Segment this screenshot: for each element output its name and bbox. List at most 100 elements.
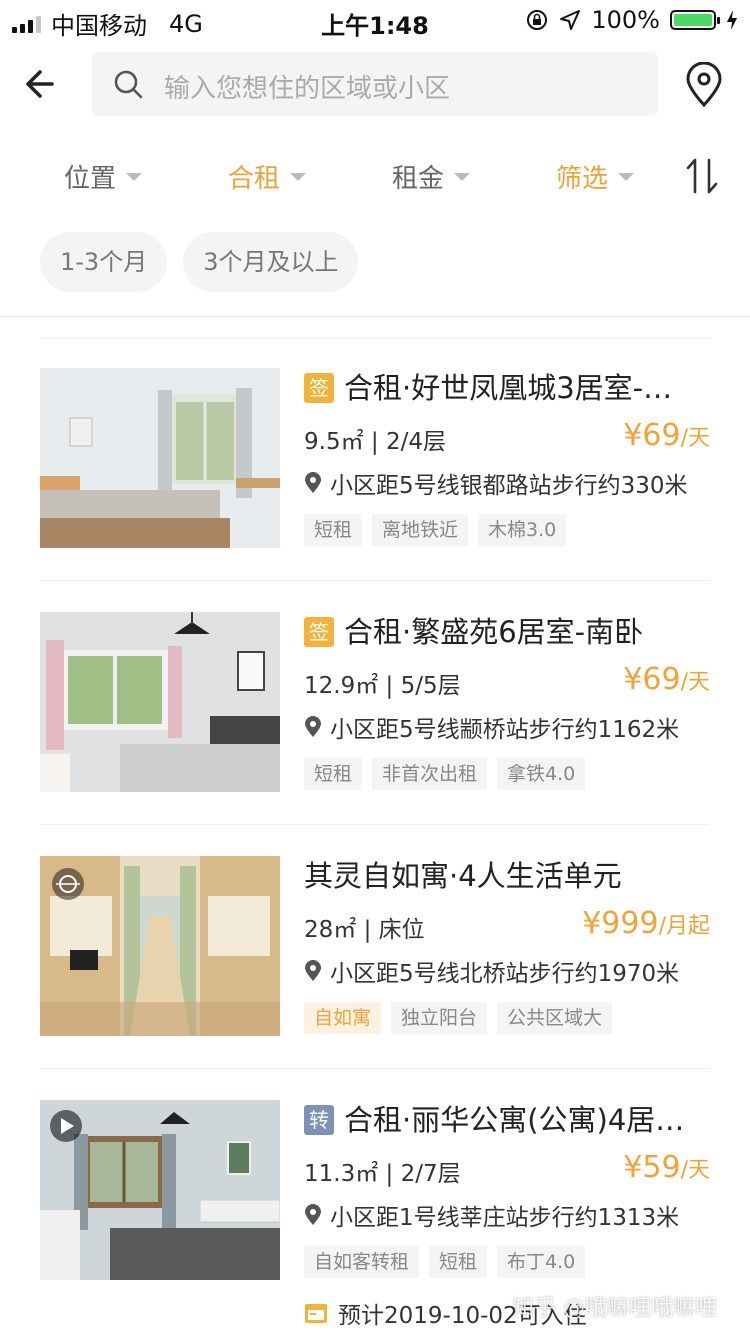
filter-label: 位置	[64, 164, 117, 194]
listing-address: 小区距5号线北桥站步行约1970米	[304, 954, 679, 988]
location-pin-icon	[305, 960, 321, 981]
search-placeholder: 输入您想住的区域或小区	[164, 74, 451, 104]
filter-label: 租金	[392, 164, 445, 194]
listing-tags: 短租 离地铁近 木棉3.0	[304, 514, 567, 546]
listing-photo	[40, 612, 280, 792]
status-bar: 中国移动 4G 上午1:48 100%	[0, 0, 750, 40]
listing-card[interactable]: 转合租·丽华公寓(公寓)4居… 11.3㎡ | 2/7层 ¥59/天 小区距1号…	[40, 1100, 710, 1300]
listing-meta: 11.3㎡ | 2/7层	[304, 1161, 461, 1187]
location-arrow-icon	[560, 10, 581, 30]
signed-badge: 签	[304, 617, 334, 647]
divider	[40, 580, 710, 581]
status-right: 100%	[525, 6, 738, 34]
price-unit: /天	[680, 1158, 710, 1183]
divider	[40, 824, 710, 825]
filter-label: 筛选	[556, 164, 609, 194]
price-unit: /天	[680, 670, 710, 695]
price-value: ¥59	[623, 1150, 681, 1185]
filter-shared[interactable]: 合租	[228, 158, 307, 195]
listing-tag: 短租	[429, 1246, 488, 1278]
listing-tag: 拿铁4.0	[497, 758, 586, 790]
watermark: 知乎 @哦嘛哩哦嘛哩	[512, 1296, 717, 1321]
listing-address: 小区距5号线颛桥站步行约1162米	[304, 710, 679, 744]
back-arrow-icon[interactable]	[22, 62, 70, 106]
transfer-badge: 转	[304, 1105, 334, 1135]
caret-down-icon	[290, 172, 307, 181]
listing-photo	[40, 856, 280, 1036]
search-icon	[114, 70, 143, 99]
rotation-lock-icon	[527, 10, 548, 30]
divider	[40, 338, 710, 339]
listing-tag: 短租	[304, 758, 363, 790]
listing-title: 转合租·丽华公寓(公寓)4居…	[304, 1100, 710, 1140]
price-value: ¥999	[582, 906, 659, 941]
listing-tag: 自如寓	[304, 1002, 382, 1034]
listing-title: 签合租·繁盛苑6居室-南卧	[304, 612, 710, 652]
price-value: ¥69	[623, 662, 681, 697]
listing-info: 其灵自如寓·4人生活单元 28㎡ | 床位 ¥999/月起 小区距5号线北桥站步…	[304, 856, 710, 1034]
filter-location[interactable]: 位置	[64, 158, 143, 195]
caret-down-icon	[454, 172, 471, 181]
divider	[40, 1068, 710, 1069]
search-row: 输入您想住的区域或小区	[0, 52, 750, 116]
listing-meta: 28㎡ | 床位	[304, 917, 425, 943]
listing-title-text: 合租·繁盛苑6居室-南卧	[344, 615, 644, 649]
sort-icon[interactable]	[684, 156, 720, 196]
caret-down-icon	[126, 172, 143, 181]
listing-tags: 自如寓 独立阳台 公共区域大	[304, 1002, 613, 1034]
battery-icon	[670, 10, 720, 30]
listing-card[interactable]: 签合租·好世凤凰城3居室-… 9.5㎡ | 2/4层 ¥69/天 小区距5号线银…	[40, 368, 710, 568]
listing-price: ¥69/天	[623, 418, 710, 453]
listing-tag: 独立阳台	[391, 1002, 488, 1034]
filter-label: 合租	[228, 164, 281, 194]
listing-address: 小区距5号线银都路站步行约330米	[304, 466, 688, 500]
listing-title-text: 合租·丽华公寓(公寓)4居…	[344, 1103, 685, 1137]
listing-title: 其灵自如寓·4人生活单元	[304, 856, 710, 896]
address-text: 小区距1号线莘庄站步行约1313米	[330, 1205, 680, 1231]
listing-tag: 自如客转租	[304, 1246, 420, 1278]
listing-info: 转合租·丽华公寓(公寓)4居… 11.3㎡ | 2/7层 ¥59/天 小区距1号…	[304, 1100, 710, 1278]
listing-photo	[40, 1100, 280, 1280]
divider	[0, 316, 750, 317]
search-input[interactable]: 输入您想住的区域或小区	[92, 52, 658, 116]
location-pin-icon	[305, 472, 321, 493]
filter-more[interactable]: 筛选	[556, 158, 635, 195]
listing-card[interactable]: 其灵自如寓·4人生活单元 28㎡ | 床位 ¥999/月起 小区距5号线北桥站步…	[40, 856, 710, 1056]
listing-tag: 离地铁近	[372, 514, 469, 546]
charging-icon	[727, 10, 737, 30]
listing-title: 签合租·好世凤凰城3居室-…	[304, 368, 710, 408]
signed-badge: 签	[304, 373, 334, 403]
listing-tag: 短租	[304, 514, 363, 546]
listing-tag: 非首次出租	[372, 758, 488, 790]
filter-rent[interactable]: 租金	[392, 158, 471, 195]
address-text: 小区距5号线银都路站步行约330米	[330, 473, 688, 499]
battery-percent: 100%	[591, 6, 660, 34]
listing-price: ¥69/天	[623, 662, 710, 697]
map-pin-icon[interactable]	[684, 62, 724, 108]
address-text: 小区距5号线北桥站步行约1970米	[330, 961, 680, 987]
chip-1-3-months[interactable]: 1-3个月	[40, 232, 168, 292]
calendar-icon	[305, 1304, 327, 1323]
listing-title-text: 合租·好世凤凰城3居室-…	[344, 371, 673, 405]
listing-tag: 布丁4.0	[497, 1246, 586, 1278]
listing-photo	[40, 368, 280, 548]
listing-card[interactable]: 签合租·繁盛苑6居室-南卧 12.9㎡ | 5/5层 ¥69/天 小区距5号线颛…	[40, 612, 710, 812]
listing-address: 小区距1号线莘庄站步行约1313米	[304, 1198, 679, 1232]
listing-tags: 自如客转租 短租 布丁4.0	[304, 1246, 586, 1278]
address-text: 小区距5号线颛桥站步行约1162米	[330, 717, 680, 743]
location-pin-icon	[305, 1204, 321, 1225]
listing-info: 签合租·好世凤凰城3居室-… 9.5㎡ | 2/4层 ¥69/天 小区距5号线银…	[304, 368, 710, 546]
listing-tags: 短租 非首次出租 拿铁4.0	[304, 758, 586, 790]
listing-tag: 公共区域大	[497, 1002, 613, 1034]
listing-meta: 9.5㎡ | 2/4层	[304, 429, 446, 455]
listing-meta: 12.9㎡ | 5/5层	[304, 673, 461, 699]
filter-bar: 位置 合租 租金 筛选	[0, 150, 750, 206]
location-pin-icon	[305, 716, 321, 737]
chip-3-plus-months[interactable]: 3个月及以上	[183, 232, 359, 292]
listing-price: ¥999/月起	[582, 906, 710, 941]
listing-title-text: 其灵自如寓·4人生活单元	[304, 859, 622, 893]
price-unit: /月起	[658, 914, 710, 939]
price-value: ¥69	[623, 418, 681, 453]
duration-chips: 1-3个月 3个月及以上	[40, 232, 359, 292]
caret-down-icon	[618, 172, 635, 181]
